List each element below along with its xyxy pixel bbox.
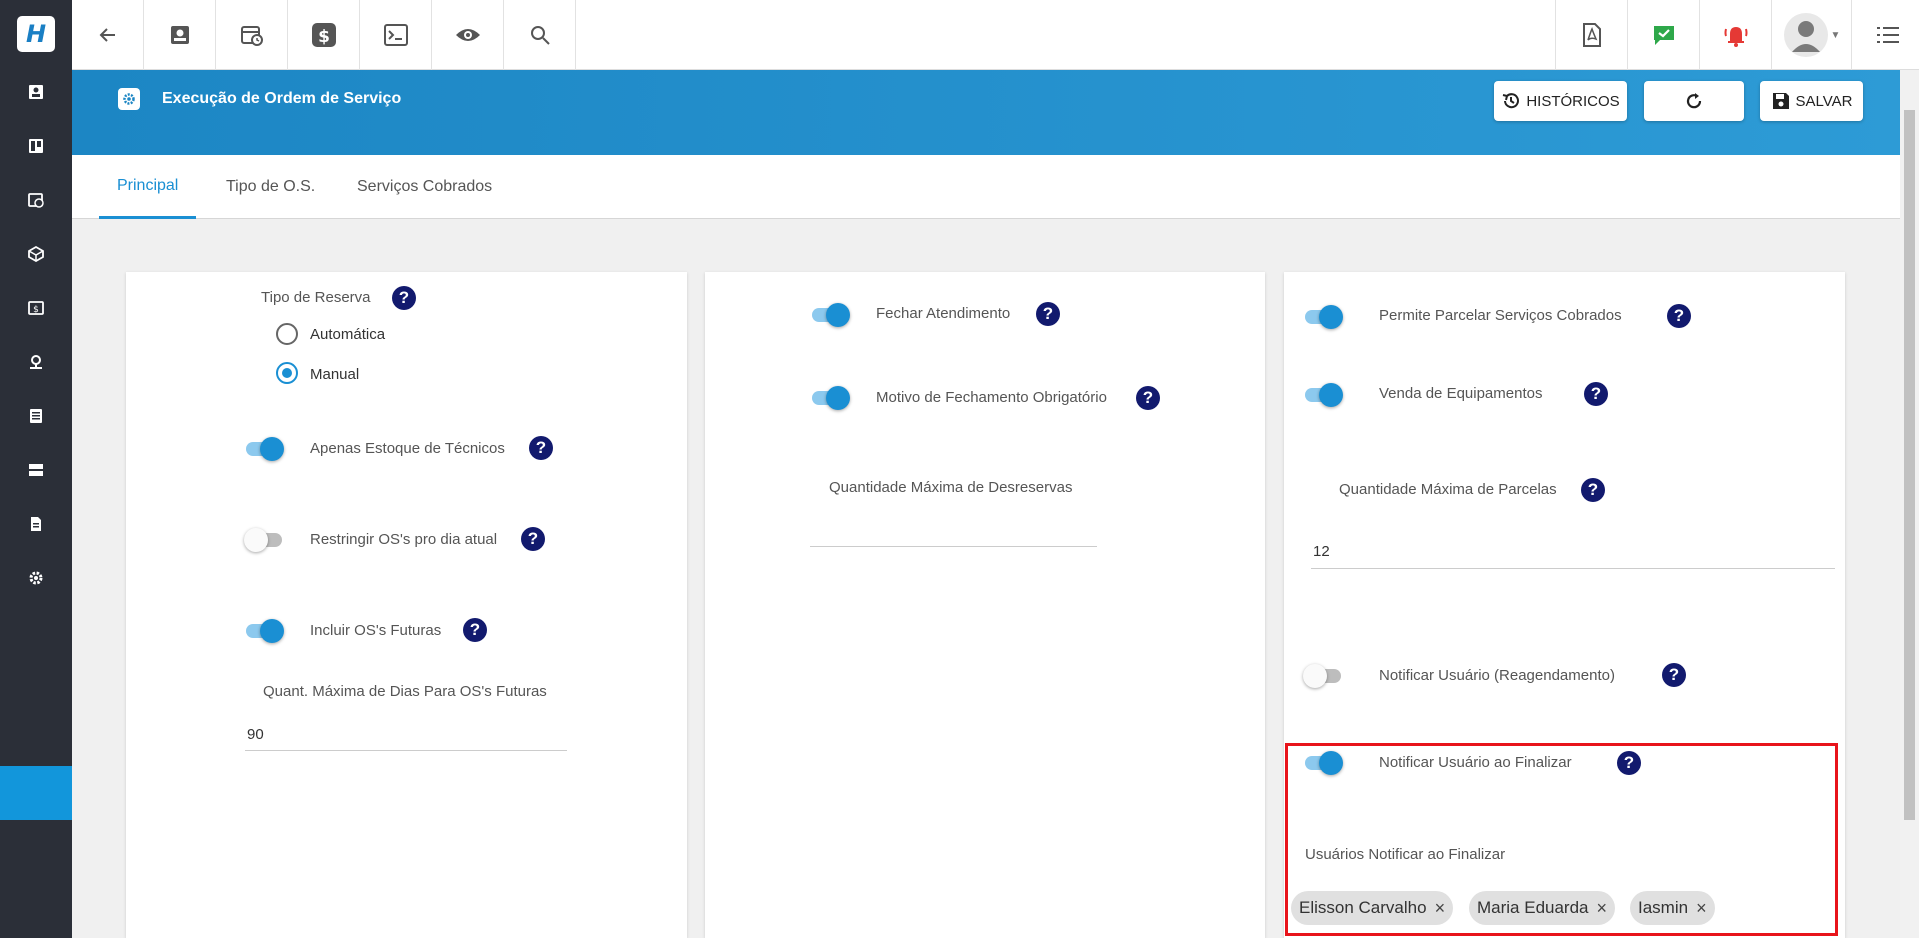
- quant-max-dias-input[interactable]: 90: [247, 726, 264, 743]
- tab-bar: Principal Tipo de O.S. Serviços Cobrados: [72, 155, 1900, 219]
- terminal-icon[interactable]: [360, 0, 432, 70]
- scrollbar[interactable]: [1900, 70, 1919, 938]
- help-icon[interactable]: ?: [392, 286, 416, 310]
- sidebar: H $: [0, 0, 72, 938]
- apenas-estoque-toggle[interactable]: [244, 435, 284, 461]
- radio-automatica-label: Automática: [310, 326, 386, 343]
- alarm-bell-icon[interactable]: [1699, 0, 1771, 70]
- money-icon[interactable]: $: [22, 294, 50, 322]
- fechar-atendimento-label: Fechar Atendimento: [876, 305, 1011, 322]
- venda-equipamentos-toggle[interactable]: [1303, 381, 1343, 407]
- money-icon[interactable]: $: [288, 0, 360, 70]
- chevron-down-icon[interactable]: ▼: [1831, 30, 1841, 41]
- notificar-reagendamento-label: Notificar Usuário (Reagendamento): [1379, 667, 1615, 684]
- help-icon[interactable]: ?: [1136, 386, 1160, 410]
- top-toolbar: $ ▼: [72, 0, 1919, 70]
- tipo-reserva-label: Tipo de Reserva: [261, 289, 371, 306]
- settings-icon: [118, 88, 140, 110]
- tab-principal[interactable]: Principal: [99, 155, 197, 219]
- restringir-label: Restringir OS's pro dia atual: [310, 531, 498, 548]
- board-icon[interactable]: [22, 132, 50, 160]
- help-icon[interactable]: ?: [1667, 304, 1691, 328]
- tab-tipo-os[interactable]: Tipo de O.S.: [208, 155, 333, 219]
- help-icon[interactable]: ?: [463, 618, 487, 642]
- page-header: Execução de Ordem de Serviço HISTÓRICOS …: [72, 70, 1900, 155]
- scrollbar-thumb[interactable]: [1904, 110, 1915, 820]
- help-icon[interactable]: ?: [1581, 478, 1605, 502]
- chat-check-icon[interactable]: [1627, 0, 1699, 70]
- quant-max-desreservas-label: Quantidade Máxima de Desreservas: [829, 479, 1073, 496]
- highlight-box: [1285, 743, 1838, 936]
- tab-servicos-cobrados[interactable]: Serviços Cobrados: [339, 155, 510, 219]
- radio-manual[interactable]: [276, 362, 298, 384]
- quant-max-parcelas-input[interactable]: 12: [1313, 543, 1330, 560]
- field-underline: [810, 546, 1097, 547]
- apenas-estoque-label: Apenas Estoque de Técnicos: [310, 440, 505, 457]
- help-icon[interactable]: ?: [1036, 302, 1060, 326]
- restringir-toggle[interactable]: [244, 526, 284, 552]
- salvar-button[interactable]: SALVAR: [1760, 81, 1863, 121]
- contact-card-icon[interactable]: [144, 0, 216, 70]
- incluir-futuras-label: Incluir OS's Futuras: [310, 622, 442, 639]
- list-icon[interactable]: [22, 402, 50, 430]
- historicos-label: HISTÓRICOS: [1526, 92, 1620, 110]
- document-icon[interactable]: [22, 510, 50, 538]
- search-icon[interactable]: [504, 0, 576, 70]
- permite-parcelar-toggle[interactable]: [1303, 303, 1343, 329]
- refresh-icon: [1686, 93, 1702, 109]
- location-icon[interactable]: [22, 348, 50, 376]
- save-icon: [1772, 93, 1789, 109]
- permite-parcelar-label: Permite Parcelar Serviços Cobrados: [1379, 307, 1622, 324]
- settings-card-2: [705, 272, 1265, 938]
- motivo-fechamento-toggle[interactable]: [810, 384, 850, 410]
- app-logo[interactable]: H: [17, 16, 55, 52]
- cube-icon[interactable]: [22, 240, 50, 268]
- help-icon[interactable]: ?: [521, 527, 545, 551]
- sidebar-active-item[interactable]: [0, 766, 72, 820]
- help-icon[interactable]: ?: [529, 436, 553, 460]
- server-icon[interactable]: [22, 456, 50, 484]
- menu-list-icon[interactable]: [1851, 0, 1919, 70]
- incluir-futuras-toggle[interactable]: [244, 617, 284, 643]
- pdf-icon[interactable]: [1555, 0, 1627, 70]
- history-icon: [1503, 93, 1520, 109]
- radio-manual-label: Manual: [310, 366, 360, 383]
- refresh-button[interactable]: [1644, 81, 1744, 121]
- calendar-clock-icon[interactable]: [22, 186, 50, 214]
- field-underline: [245, 750, 567, 751]
- radio-automatica[interactable]: [276, 323, 298, 345]
- historicos-button[interactable]: HISTÓRICOS: [1494, 81, 1627, 121]
- venda-equipamentos-label: Venda de Equipamentos: [1379, 385, 1543, 402]
- contact-card-icon[interactable]: [22, 78, 50, 106]
- quant-max-parcelas-label: Quantidade Máxima de Parcelas: [1339, 481, 1557, 498]
- gear-icon[interactable]: [22, 564, 50, 592]
- page-title: Execução de Ordem de Serviço: [162, 90, 402, 107]
- settings-card-1: [126, 272, 687, 938]
- help-icon[interactable]: ?: [1662, 663, 1686, 687]
- help-icon[interactable]: ?: [1584, 382, 1608, 406]
- back-icon[interactable]: [72, 0, 144, 70]
- calendar-clock-icon[interactable]: [216, 0, 288, 70]
- fechar-atendimento-toggle[interactable]: [810, 301, 850, 327]
- user-avatar[interactable]: ▼: [1771, 0, 1851, 70]
- svg-text:$: $: [33, 305, 39, 315]
- field-underline: [1311, 568, 1835, 569]
- eye-icon[interactable]: [432, 0, 504, 70]
- motivo-fechamento-label: Motivo de Fechamento Obrigatório: [876, 389, 1107, 406]
- notificar-reagendamento-toggle[interactable]: [1303, 662, 1343, 688]
- salvar-label: SALVAR: [1795, 92, 1853, 110]
- quant-max-dias-label: Quant. Máxima de Dias Para OS's Futuras: [263, 683, 547, 700]
- svg-text:$: $: [318, 27, 330, 47]
